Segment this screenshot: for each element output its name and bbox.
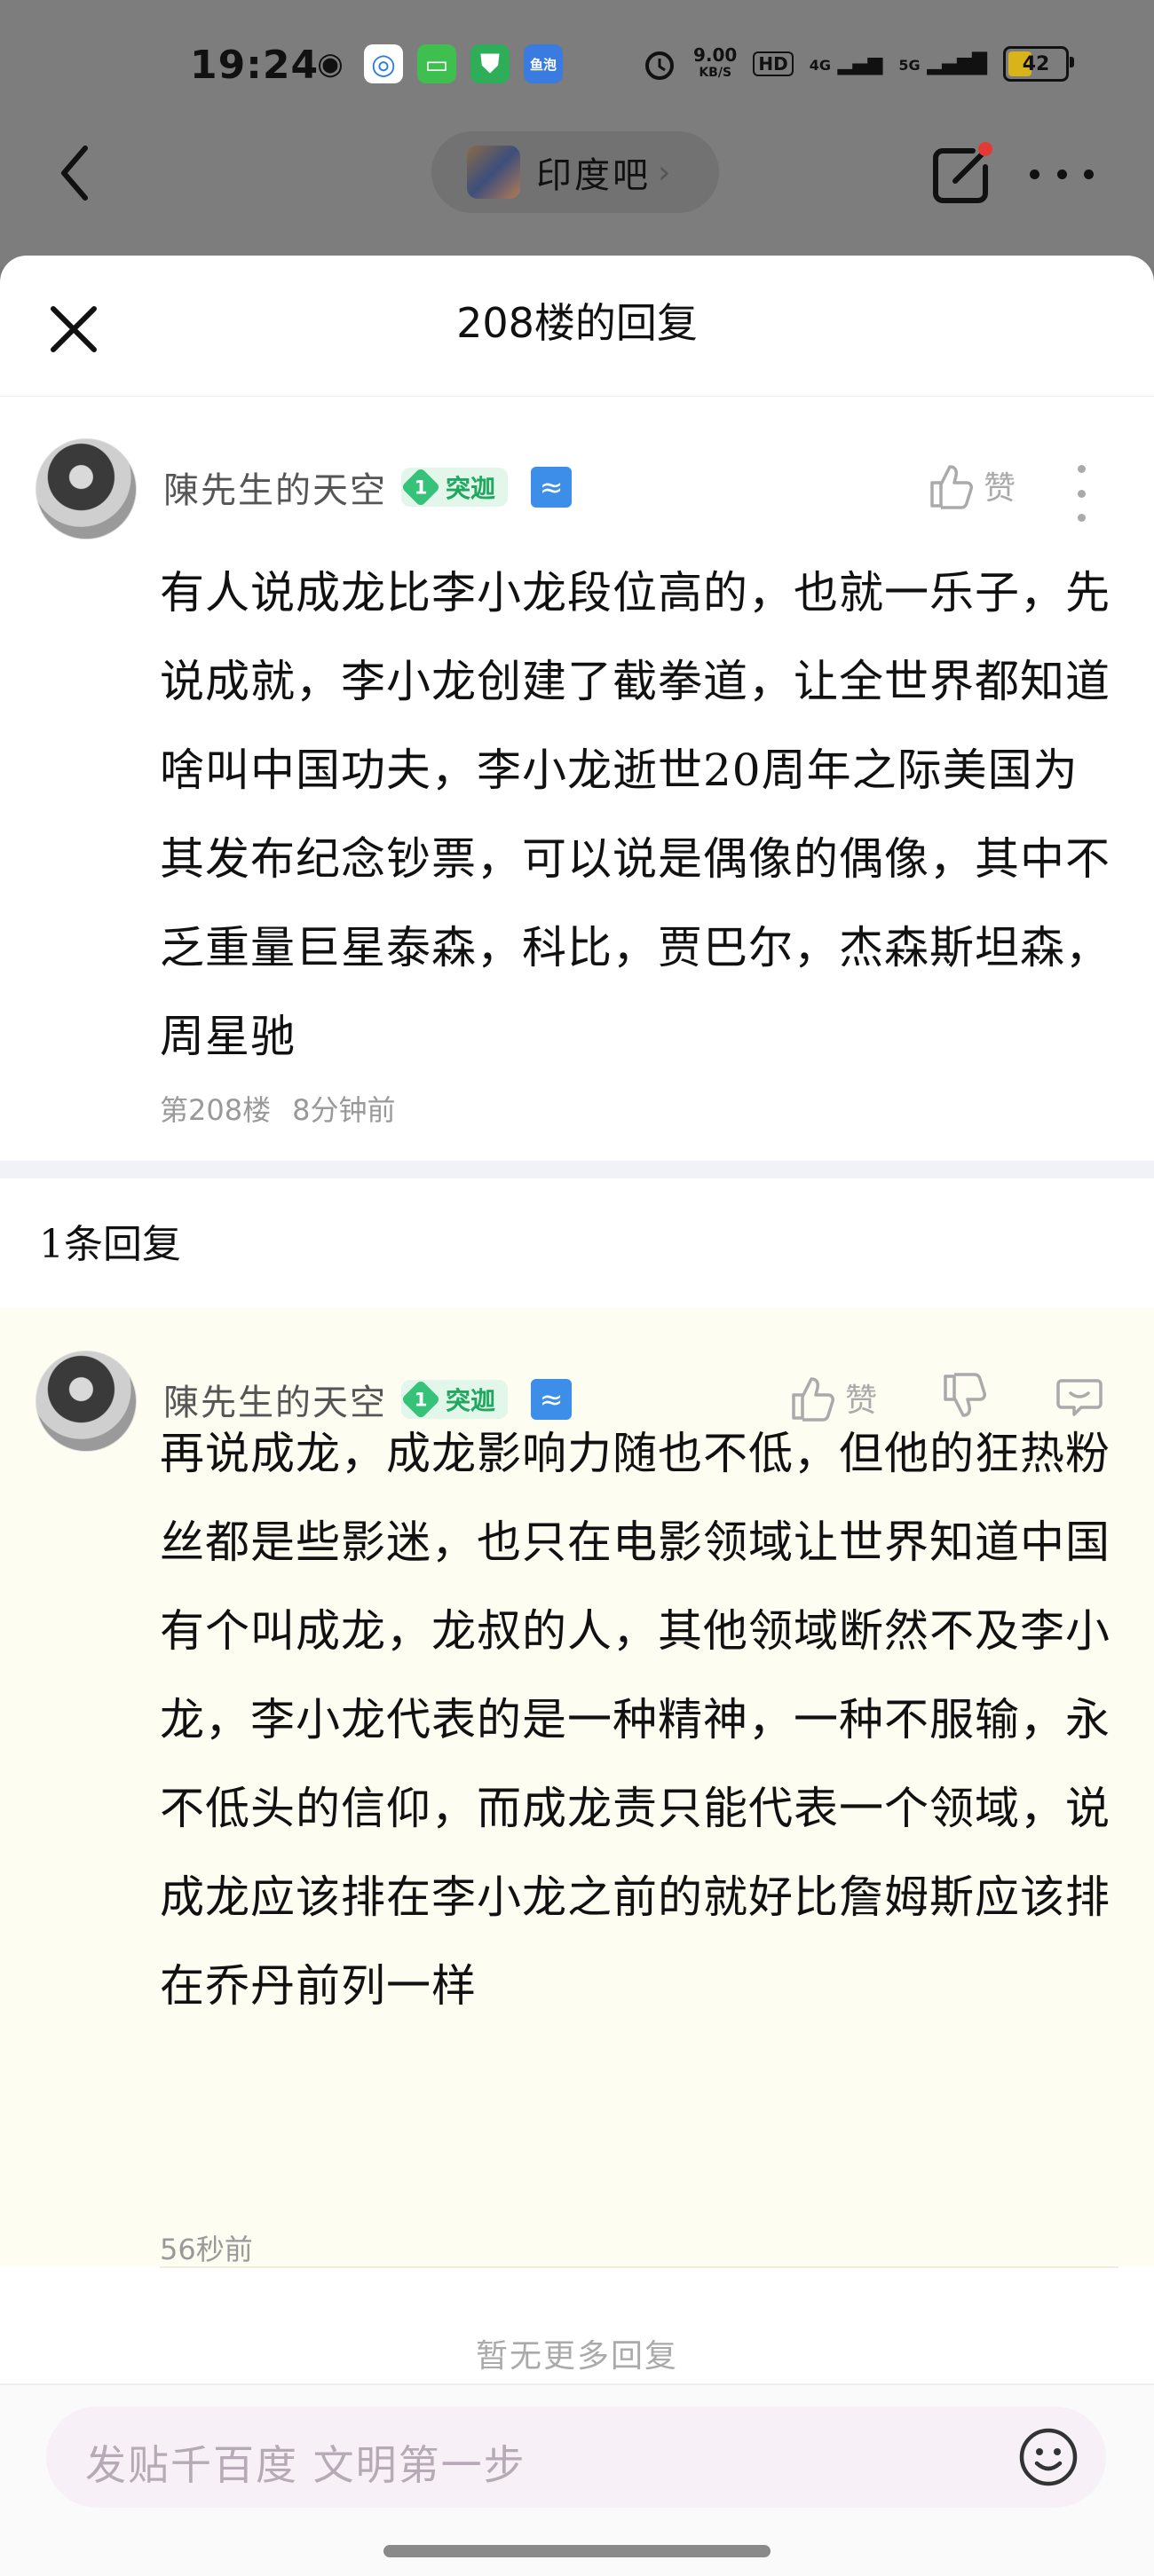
net-speed-unit: KB/S — [699, 66, 732, 80]
status-app-icons: ◉ ◎ ▭ ⛊ 鱼泡 — [311, 44, 563, 83]
status-time: 19:24 — [190, 43, 320, 88]
section-divider — [0, 1161, 1154, 1178]
dot-icon — [1030, 169, 1039, 179]
signal-5g: 5G ▂▄▆█ — [898, 52, 987, 75]
sheet-header: 208楼的回复 — [0, 256, 1154, 397]
chevron-right-icon: › — [658, 154, 671, 191]
post-meta: 第208楼 8分钟前 — [160, 1088, 395, 1129]
dot-icon — [1077, 514, 1086, 522]
floor-number: 第208楼 — [160, 1093, 272, 1127]
reply-sheet: 208楼的回复 陳先生的天空 1 突迦 ≈ 赞 有人说成龙比李小龙段位高的，也就… — [0, 256, 1154, 2576]
battery-level: 42 — [1022, 52, 1050, 75]
avatar[interactable] — [36, 438, 137, 540]
browser-icon: ◎ — [364, 44, 403, 83]
aquarius-icon: ≈ — [531, 467, 573, 508]
signal-4g-label: 4G — [809, 56, 831, 74]
alarm-icon — [645, 51, 674, 80]
dot-icon — [1077, 489, 1086, 498]
more-options-button[interactable] — [1030, 156, 1094, 192]
level-name: 突迦 — [446, 474, 496, 503]
battery-icon: 42 — [1003, 46, 1074, 82]
post-more-button[interactable] — [1076, 465, 1087, 522]
reply-count: 1条回复 — [39, 1222, 181, 1267]
messages-icon: ▭ — [417, 44, 456, 83]
post-user-line: 陳先生的天空 1 突迦 ≈ — [163, 461, 573, 513]
post-body: 有人说成龙比李小龙段位高的，也就一乐子，先说成就，李小龙创建了截拳道，让全世界都… — [160, 567, 1111, 1062]
nav-bar: 印度吧 › — [0, 124, 1154, 222]
comment-input-placeholder: 发贴千百度 文明第一步 — [85, 2441, 526, 2489]
like-label: 赞 — [984, 470, 1016, 507]
level-badge: 1 突迦 — [400, 467, 509, 508]
dot-icon — [1084, 169, 1094, 179]
status-indicators: 9.00 KB/S HD 4G ▂▄▆ 5G ▂▄▆█ 42 — [642, 46, 1074, 82]
level-number: 1 — [414, 1388, 428, 1411]
home-indicator[interactable] — [383, 2545, 771, 2557]
net-speed-value: 9.00 — [693, 44, 738, 66]
dot-icon — [1077, 465, 1086, 473]
yupao-icon: 鱼泡 — [524, 44, 563, 83]
forum-avatar — [467, 146, 520, 199]
emoji-button[interactable] — [1017, 2426, 1079, 2488]
level-number: 1 — [414, 476, 428, 499]
like-button[interactable]: 赞 — [927, 461, 1016, 509]
level-diamond-icon: 1 — [400, 467, 441, 508]
dimmed-backdrop: 19:24 ◉ ◎ ▭ ⛊ 鱼泡 9.00 KB/S HD 4G ▂▄▆ 5G … — [0, 0, 1154, 266]
avatar[interactable] — [36, 1351, 137, 1452]
net-speed: 9.00 KB/S — [693, 46, 737, 82]
no-more-replies: 暂无更多回复 — [475, 2338, 678, 2375]
sheet-title: 208楼的回复 — [456, 299, 698, 347]
compose-button[interactable] — [925, 140, 996, 211]
smiley-icon — [1019, 2428, 1078, 2486]
signal-5g-label: 5G — [898, 56, 921, 74]
post-time: 8分钟前 — [292, 1093, 396, 1127]
reply-body: 再说成龙，成龙影响力随也不低，但他的狂热粉丝都是些影迷，也只在电影领域让世界知道… — [160, 1428, 1111, 2012]
signal-4g: 4G ▂▄▆ — [809, 52, 883, 75]
bottom-input-bar: 发贴千百度 文明第一步 — [0, 2383, 1154, 2576]
divider — [160, 2266, 1118, 2268]
forum-name: 印度吧 — [536, 155, 651, 196]
forum-link[interactable]: 印度吧 › — [431, 131, 719, 213]
username[interactable]: 陳先生的天空 — [163, 461, 387, 513]
reply-item: 陳先生的天空 1 突迦 ≈ 赞 再说成龙，成龙影响力随也不低，但他的狂热粉丝都是… — [0, 1308, 1154, 2266]
status-bar: 19:24 ◉ ◎ ▭ ⛊ 鱼泡 9.00 KB/S HD 4G ▂▄▆ 5G … — [0, 35, 1154, 98]
reply-time: 56秒前 — [160, 2233, 253, 2266]
wechat-icon: ◉ — [317, 46, 344, 82]
security-icon: ⛊ — [470, 44, 510, 83]
chevron-left-icon — [61, 146, 88, 201]
hd-badge: HD — [753, 51, 794, 76]
dot-icon — [1056, 169, 1067, 179]
notification-dot — [978, 142, 992, 156]
comment-input[interactable]: 发贴千百度 文明第一步 — [46, 2407, 1106, 2508]
back-button[interactable] — [48, 142, 101, 204]
thumbs-up-icon — [930, 465, 973, 509]
